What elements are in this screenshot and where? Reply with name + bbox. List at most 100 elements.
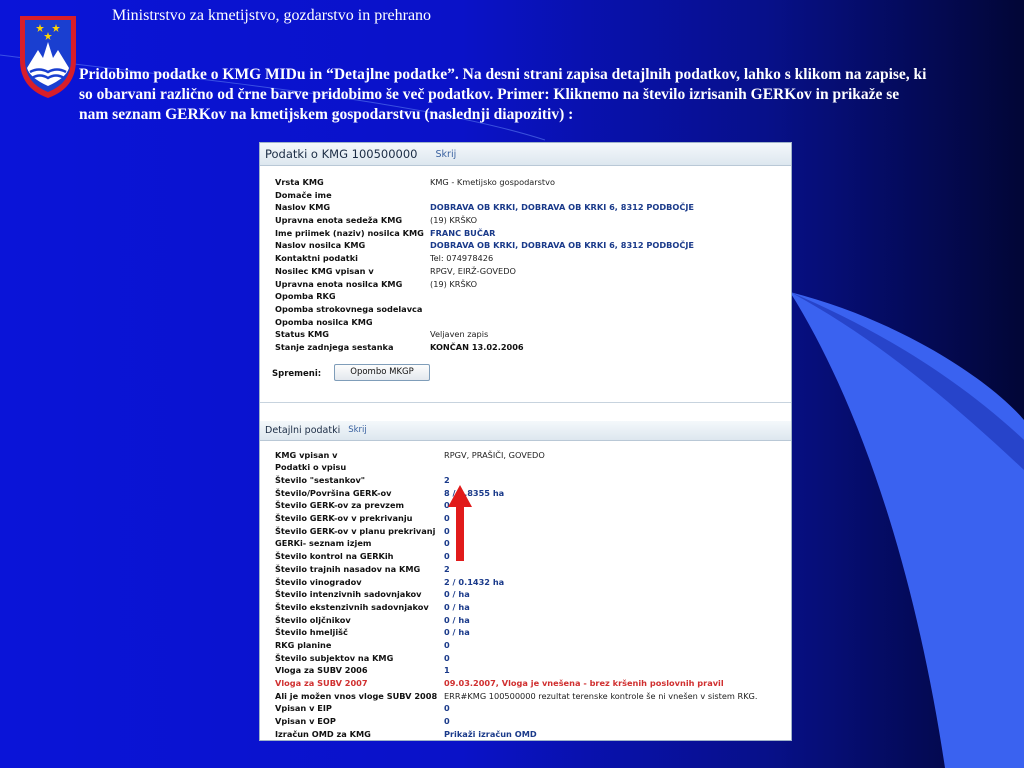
detail-row: Kontaktni podatki Tel: 074978426 (275, 252, 791, 265)
detail-row: Vloga za SUBV 2006 1 (275, 664, 791, 677)
row-value[interactable]: 09.03.2007, Vloga je vnešena - brez krše… (444, 677, 724, 690)
row-label: Število subjektov na KMG (275, 652, 394, 663)
detail-row: Število intenzivnih sadovnjakov 0 / ha (275, 588, 791, 601)
detail-row: Vloga za SUBV 2007 09.03.2007, Vloga je v… (275, 677, 791, 690)
detail-row: Nosilec KMG vpisan v RPGV, EIRŽ-GOVEDO (275, 265, 791, 278)
panel2-rows: KMG vpisan v RPGV, PRAŠIČI, GOVEDO Podatki… (260, 449, 791, 741)
row-label: Število vinogradov (275, 576, 362, 587)
detail-row: Število/Površina GERK-ov 8 / 1.8355 ha (275, 487, 791, 500)
detail-row: Število GERK-ov v prekrivanju 0 (275, 512, 791, 525)
row-value: KONČAN 13.02.2006 (430, 341, 524, 352)
detail-row: KMG vpisan v RPGV, PRAŠIČI, GOVEDO (275, 449, 791, 462)
row-label: Ali je možen vnos vloge SUBV 2008 (275, 690, 438, 701)
detail-row: Stanje zadnjega sestanka KONČAN 13.02.200… (275, 341, 791, 354)
row-value[interactable]: DOBRAVA OB KRKI, DOBRAVA OB KRKI 6, 8312… (430, 201, 694, 214)
panel2-hide-link[interactable]: Skrij (348, 425, 367, 435)
panel1-header: Podatki o KMG 100500000 Skrij (260, 143, 791, 166)
row-label: Vpisan v EIP (275, 703, 332, 714)
row-value[interactable]: 0 / ha (444, 588, 470, 601)
detail-row: Upravna enota sedeža KMG (19) KRŠKO (275, 214, 791, 227)
detail-row: Vrsta KMG KMG - Kmetijsko gospodarstvo (275, 176, 791, 189)
row-label: Število GERK-ov v planu prekrivanj (275, 525, 436, 536)
detail-row: Upravna enota nosilca KMG (19) KRŠKO (275, 278, 791, 291)
detail-row: Število vinogradov 2 / 0.1432 ha (275, 576, 791, 589)
detail-row: Vpisan v EOP 0 (275, 715, 791, 728)
row-label: Število GERK-ov za prevzem (275, 500, 405, 511)
row-value: (19) KRŠKO (430, 215, 478, 226)
row-label: Domače ime (275, 189, 332, 200)
detail-row: RKG planine 0 (275, 639, 791, 652)
row-label: Število trajnih nasadov na KMG (275, 563, 421, 574)
ministry-title: Ministrstvo za kmetijstvo, gozdarstvo in… (112, 7, 432, 24)
row-label: RKG planine (275, 639, 332, 650)
row-label: Vpisan v EOP (275, 716, 336, 727)
row-value[interactable]: 2 / 0.1432 ha (444, 576, 504, 589)
detail-row: Število "sestankov" 2 (275, 474, 791, 487)
detail-row: Ali je možen vnos vloge SUBV 2008 ERR#KMG… (275, 690, 791, 703)
intro-text: Pridobimo podatke o KMG MIDu in “Detajln… (79, 66, 927, 123)
row-label: Vloga za SUBV 2006 (275, 665, 368, 676)
row-value[interactable]: 0 / ha (444, 601, 470, 614)
detail-row: Število GERK-ov za prevzem 0 (275, 499, 791, 512)
row-value[interactable]: 0 (444, 639, 450, 652)
row-label: Število hmeljišč (275, 627, 348, 638)
row-value[interactable]: Prikaži izračun OMD (444, 728, 537, 740)
detail-row: Naslov nosilca KMG DOBRAVA OB KRKI, DOBRA… (275, 239, 791, 252)
detail-row: Opomba strokovnega sodelavca (275, 303, 791, 316)
opombo-mkgp-button[interactable]: Opombo MKGP (334, 363, 430, 381)
row-label: Število "sestankov" (275, 475, 366, 485)
row-label: Stanje zadnjega sestanka (275, 341, 394, 352)
row-value[interactable]: 0 / ha (444, 626, 470, 639)
detail-row: Status KMG Veljaven zapis (275, 328, 791, 341)
row-label: Število kontrol na GERKih (275, 551, 394, 562)
detail-row: Podatki o vpisu (275, 461, 791, 474)
row-label: Upravna enota nosilca KMG (275, 278, 403, 289)
row-value: RPGV, PRAŠIČI, GOVEDO (444, 449, 545, 460)
row-label: Podatki o vpisu (275, 462, 347, 473)
detail-row: Število subjektov na KMG 0 (275, 652, 791, 665)
row-label: Opomba nosilca KMG (275, 316, 373, 327)
detail-row: Opomba RKG (275, 290, 791, 303)
detail-row: Ime priimek (naziv) nosilca KMG FRANC BUČ… (275, 227, 791, 240)
panel1-title: Podatki o KMG 100500000 (265, 147, 418, 161)
row-value[interactable]: FRANC BUČAR (430, 227, 495, 240)
kmg-screenshot: Podatki o KMG 100500000 Skrij Vrsta KMG K… (259, 142, 792, 741)
panel1-rows: Vrsta KMG KMG - Kmetijsko gospodarstvo Dom… (260, 176, 791, 354)
detail-row: Število oljčnikov 0 / ha (275, 614, 791, 627)
detail-row: Naslov KMG DOBRAVA OB KRKI, DOBRAVA OB KR… (275, 201, 791, 214)
row-value[interactable]: DOBRAVA OB KRKI, DOBRAVA OB KRKI 6, 8312… (430, 239, 694, 252)
row-label: Število ekstenzivnih sadovnjakov (275, 601, 429, 612)
detail-row: Število hmeljišč 0 / ha (275, 626, 791, 639)
row-label: Opomba RKG (275, 291, 336, 302)
detail-row: Število kontrol na GERKih 0 (275, 550, 791, 563)
row-label: Naslov KMG (275, 202, 331, 213)
panel1-hide-link[interactable]: Skrij (436, 149, 457, 160)
row-label: Status KMG (275, 329, 330, 340)
row-value[interactable]: 0 (444, 715, 450, 728)
detail-row: Seznam kontrol za KMG št. vpisanih kontro… (275, 740, 791, 741)
row-label: Ime priimek (naziv) nosilca KMG (275, 227, 424, 238)
row-value[interactable]: 0 (444, 702, 450, 715)
detail-row: Število GERK-ov v planu prekrivanj 0 (275, 525, 791, 538)
row-label: Nosilec KMG vpisan v (275, 265, 374, 276)
row-label: Število oljčnikov (275, 614, 351, 625)
row-value: Veljaven zapis (430, 329, 489, 340)
slovenia-coat-of-arms-icon (20, 16, 76, 98)
row-label: Naslov nosilca KMG (275, 240, 366, 251)
row-value: RPGV, EIRŽ-GOVEDO (430, 265, 516, 276)
row-value[interactable]: 2 (444, 563, 450, 576)
red-arrow-icon (448, 485, 472, 561)
panel-separator (260, 401, 791, 421)
row-label: Vrsta KMG (275, 177, 324, 187)
row-label: Kontaktni podatki (275, 253, 358, 264)
detail-row: Izračun OMD za KMG Prikaži izračun OMD (275, 728, 791, 740)
row-value[interactable]: 0 / ha (444, 614, 470, 627)
row-label: GERKi- seznam izjem (275, 538, 372, 549)
row-value[interactable]: 0 (444, 652, 450, 665)
row-value: (19) KRŠKO (430, 278, 478, 289)
row-label: Opomba strokovnega sodelavca (275, 303, 423, 314)
row-value[interactable]: št. vpisanih kontrol: 5 (Izvedena: 25.01… (444, 740, 699, 741)
row-label: Število GERK-ov v prekrivanju (275, 513, 413, 524)
row-value[interactable]: 1 (444, 664, 450, 677)
row-label: Število/Površina GERK-ov (275, 487, 392, 498)
